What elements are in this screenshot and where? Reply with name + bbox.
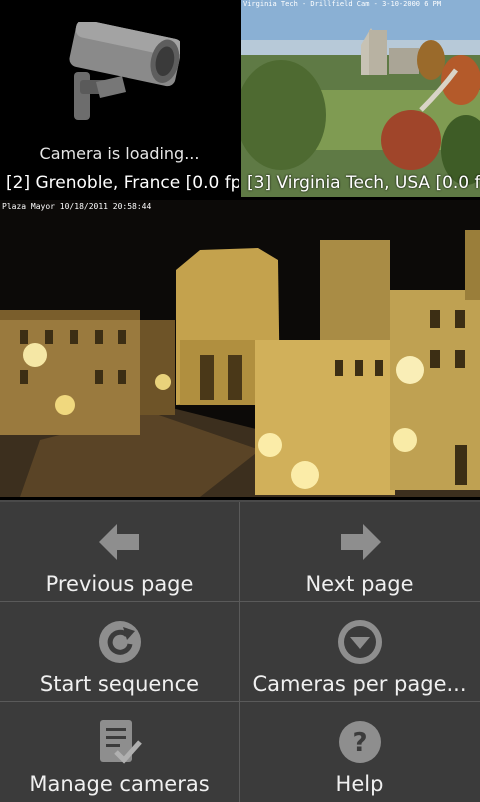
next-page-button[interactable]: Next page (240, 502, 479, 601)
camera-timestamp: Plaza Mayor 10/18/2011 20:58:44 (2, 202, 152, 211)
camera-tile-label: [2] Grenoble, France [0.0 fps (6, 173, 239, 193)
refresh-icon (98, 621, 141, 663)
camera-timestamp: Virginia Tech - Drillfield Cam - 3-10-20… (243, 0, 442, 8)
manage-cameras-label: Manage cameras (29, 772, 210, 796)
camera-tiles: Camera is loading... [2] Grenoble, Franc… (0, 0, 480, 197)
checklist-icon (99, 720, 142, 764)
options-menu: Previous page Next page Start sequence C… (0, 500, 480, 802)
security-camera-icon (69, 22, 180, 120)
help-button[interactable]: ? Help (240, 702, 479, 801)
dropdown-circle-icon (337, 620, 382, 664)
camera-tile-virginia-tech[interactable]: Virginia Tech - Drillfield Cam - 3-10-20… (241, 0, 480, 197)
help-icon: ? (338, 721, 381, 763)
main-camera-view[interactable]: Plaza Mayor 10/18/2011 20:58:44 (0, 200, 480, 497)
help-label: Help (335, 772, 384, 796)
previous-page-label: Previous page (45, 572, 194, 596)
manage-cameras-button[interactable]: Manage cameras (0, 702, 239, 801)
camera-tile-grenoble[interactable]: Camera is loading... [2] Grenoble, Franc… (0, 0, 239, 197)
cameras-per-page-button[interactable]: Cameras per page... (240, 602, 479, 701)
plaza-mayor-camera-image (0, 200, 480, 497)
svg-text:?: ? (352, 728, 367, 758)
arrow-right-icon (340, 524, 381, 560)
camera-tile-label: [3] Virginia Tech, USA [0.0 fp (247, 173, 480, 193)
previous-page-button[interactable]: Previous page (0, 502, 239, 601)
start-sequence-button[interactable]: Start sequence (0, 602, 239, 701)
camera-loading-text: Camera is loading... (39, 144, 200, 163)
next-page-label: Next page (305, 572, 414, 596)
cameras-per-page-label: Cameras per page... (252, 672, 467, 696)
start-sequence-label: Start sequence (39, 672, 200, 696)
arrow-left-icon (98, 524, 139, 560)
virginia-tech-camera-image (241, 0, 480, 197)
